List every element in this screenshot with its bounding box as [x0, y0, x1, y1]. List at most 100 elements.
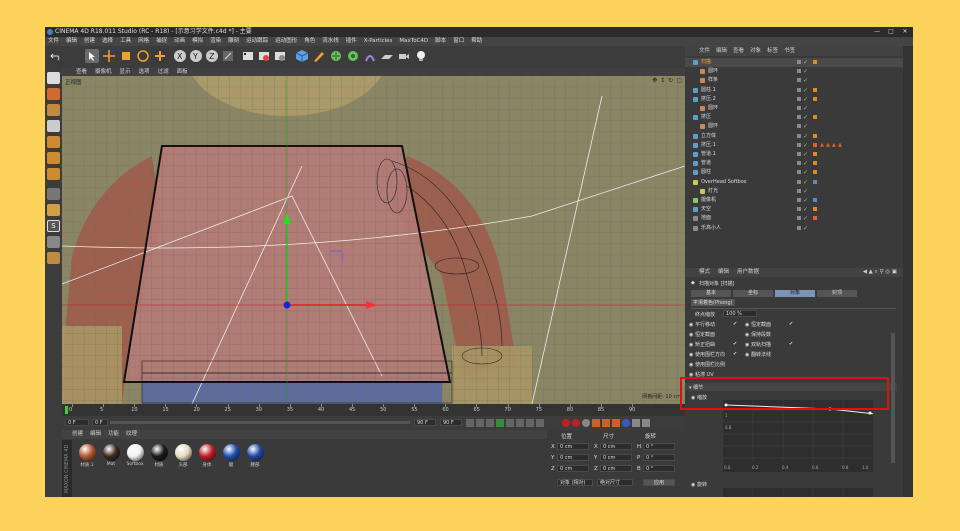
pos-y-field[interactable]: 0 cm	[557, 454, 589, 461]
current-frame-field[interactable]: 0 F	[65, 419, 89, 426]
menu-snap[interactable]: 捕捉	[156, 37, 167, 46]
render-settings-icon[interactable]	[273, 49, 287, 63]
om-menu-edit[interactable]: 编辑	[716, 46, 727, 56]
material-swatch[interactable]: 头部	[172, 444, 194, 468]
object-tag-icon[interactable]	[813, 170, 817, 175]
check-constant-cross[interactable]: ◉ 恒定截面	[689, 331, 715, 338]
menu-mesh[interactable]: 网格	[138, 37, 149, 46]
make-editable-icon[interactable]	[47, 72, 60, 84]
enabled-checkmark-icon[interactable]: ✓	[803, 67, 808, 76]
scale-key-icon[interactable]	[602, 419, 610, 427]
attr-scrollbar[interactable]	[891, 333, 895, 463]
pen-spline-icon[interactable]	[312, 49, 326, 63]
visibility-toggle[interactable]	[797, 152, 801, 156]
pla-key-icon[interactable]	[632, 419, 640, 427]
size-x-field[interactable]: 0 cm	[600, 443, 632, 450]
checkbox-left-mark[interactable]: ✔	[733, 321, 737, 327]
axis-mode-icon[interactable]	[47, 188, 60, 200]
checkbox-left-mark[interactable]: ✔	[733, 351, 737, 357]
menu-sculpt[interactable]: 雕刻	[228, 37, 239, 46]
pan-icon[interactable]: ✥	[652, 77, 657, 84]
visibility-toggle[interactable]	[797, 179, 801, 184]
coordinate-system-icon[interactable]	[221, 49, 235, 63]
phong-tag-icon[interactable]	[838, 142, 842, 147]
om-menu-objects[interactable]: 对象	[750, 46, 761, 56]
bend-deformer-icon[interactable]	[363, 49, 377, 63]
om-menu-view[interactable]: 查看	[733, 46, 744, 56]
enabled-checkmark-icon[interactable]: ✓	[803, 168, 808, 177]
enabled-checkmark-icon[interactable]: ✓	[803, 214, 808, 223]
prev-key-icon[interactable]	[476, 419, 484, 427]
material-swatch[interactable]: 腿	[220, 444, 242, 468]
check-flip-normals[interactable]: ◉ 翻转法线	[745, 351, 771, 358]
enabled-checkmark-icon[interactable]: ✓	[803, 224, 808, 233]
maximize-view-icon[interactable]: ▢	[676, 77, 682, 84]
timeline-menu-icon[interactable]	[642, 419, 650, 427]
menu-maxtoc4d[interactable]: MaxToC4D	[399, 37, 428, 46]
cube-icon[interactable]	[295, 49, 309, 63]
autokey-icon[interactable]	[572, 419, 580, 427]
quantize-icon[interactable]	[47, 236, 60, 248]
scale-icon[interactable]	[119, 49, 133, 63]
om-menu-file[interactable]: 文件	[699, 46, 710, 56]
enabled-checkmark-icon[interactable]: ✓	[803, 76, 808, 85]
object-row[interactable]: 管道.1 ✓	[685, 150, 903, 159]
array-icon[interactable]	[346, 49, 360, 63]
object-tag-icon[interactable]	[813, 96, 817, 101]
object-row[interactable]: 圆柱 ✓	[685, 168, 903, 177]
play-icon[interactable]	[496, 419, 504, 427]
viewport-menu-view[interactable]: 查看	[76, 68, 87, 76]
om-menu-tags[interactable]: 标签	[767, 46, 778, 56]
snap-icon[interactable]: S	[47, 220, 60, 232]
floor-icon[interactable]	[380, 49, 394, 63]
checkbox-left-mark[interactable]: ✔	[733, 341, 737, 347]
rot-b-field[interactable]: 0 °	[643, 465, 675, 472]
object-row[interactable]: 挤压.1 ✓	[685, 141, 903, 150]
size-y-field[interactable]: 0 cm	[600, 454, 632, 461]
object-tag-icon[interactable]	[813, 87, 817, 92]
material-menu-function[interactable]: 功能	[108, 430, 119, 439]
preview-range-slider[interactable]	[110, 421, 410, 424]
enabled-checkmark-icon[interactable]: ✓	[803, 196, 808, 205]
end-scale-field[interactable]: 100 %	[723, 310, 757, 317]
render-view-icon[interactable]	[241, 49, 255, 63]
visibility-toggle[interactable]	[797, 106, 801, 110]
close-button[interactable]: ✕	[901, 28, 909, 35]
texture-mode-icon[interactable]	[47, 104, 60, 116]
visibility-toggle[interactable]	[797, 124, 801, 129]
object-tag-icon[interactable]	[813, 216, 817, 221]
keyframe-selection-icon[interactable]	[582, 419, 590, 427]
attr-nav-icons[interactable]: ◀ ▲ ⌕ ⚲ ◎ ▣	[863, 268, 897, 277]
visibility-toggle[interactable]	[797, 198, 801, 202]
object-row[interactable]: 样条 ✓	[685, 76, 903, 85]
object-tag-icon[interactable]	[813, 115, 817, 120]
checkbox-right-mark[interactable]: ✔	[789, 341, 793, 347]
model-mode-icon[interactable]	[47, 88, 60, 100]
check-rail-direction[interactable]: ◉ 使用围栏方向	[689, 351, 725, 358]
render-picture-viewer-icon[interactable]	[257, 49, 271, 63]
spline-point[interactable]	[868, 411, 872, 415]
check-keep-segments[interactable]: ◉ 保持段数	[745, 331, 771, 338]
enabled-checkmark-icon[interactable]: ✓	[803, 178, 808, 187]
object-row[interactable]: 圆柱.1 ✓	[685, 86, 903, 95]
loop-icon[interactable]	[536, 419, 544, 427]
visibility-toggle[interactable]	[797, 133, 801, 138]
live-selection-icon[interactable]	[85, 49, 99, 63]
object-row[interactable]: 挤压.2 ✓	[685, 95, 903, 104]
attr-menu-mode[interactable]: 模式	[699, 268, 710, 277]
object-row[interactable]: 乐高小人 ✓	[685, 224, 903, 233]
viewport-menu-options[interactable]: 选项	[139, 68, 150, 76]
enabled-checkmark-icon[interactable]: ✓	[803, 58, 808, 67]
maximize-button[interactable]: □	[887, 28, 895, 35]
menu-pipeline[interactable]: 流水线	[322, 37, 339, 46]
menu-select[interactable]: 选择	[102, 37, 113, 46]
size-z-field[interactable]: 0 cm	[600, 465, 632, 472]
visibility-toggle[interactable]	[797, 60, 801, 64]
tab-basic[interactable]: 基本	[691, 290, 731, 297]
object-tag-icon[interactable]	[813, 152, 817, 156]
phong-tag-icon[interactable]	[820, 142, 824, 147]
object-tag-icon[interactable]	[813, 198, 817, 202]
menu-help[interactable]: 帮助	[471, 37, 482, 46]
axis-y-icon[interactable]: Y	[189, 49, 203, 63]
phong-tag-icon[interactable]	[832, 142, 836, 147]
